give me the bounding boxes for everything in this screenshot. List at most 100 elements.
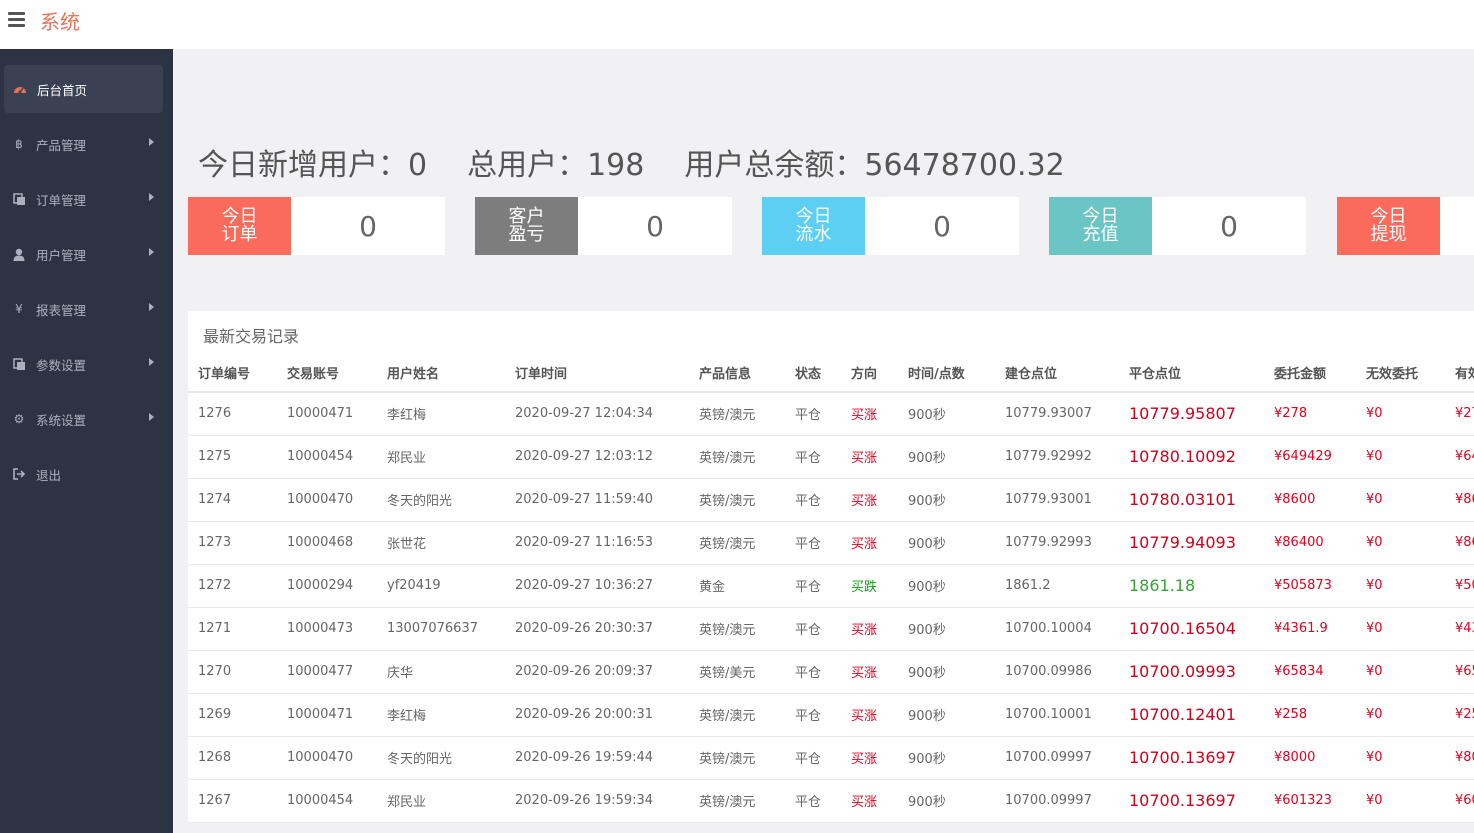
table-cell: ¥0 [1356,521,1445,565]
table-cell: 英镑/澳元 [689,435,785,479]
table-cell: ¥258 [1264,693,1356,737]
table-cell: ¥64 [1445,435,1474,479]
yen-icon: ¥ [15,302,23,316]
table-row[interactable]: 1274 10000470 冬天的阳光 2020-09-27 11:59:40 英镑/澳… [188,478,1474,522]
table-cell: yf20419 [377,564,505,608]
table-cell: 平仓 [785,693,841,737]
table-cell: 10000473 [277,607,377,651]
total-balance-stat: 用户总余额：56478700.32 [684,148,1065,183]
table-row[interactable]: 1273 10000468 张世花 2020-09-27 11:16:53 英镑/澳元平… [188,521,1474,565]
card-today-deposit: 今日充值 0 [1049,197,1306,255]
table-cell: 英镑/澳元 [689,607,785,651]
card-client-pnl: 客户盈亏 0 [475,197,732,255]
table-cell: 10000468 [277,521,377,565]
chevron-right-icon [149,193,154,201]
table-cell: ¥80 [1445,736,1474,780]
table-cell: ¥8000 [1264,736,1356,780]
table-cell: 10779.93007 [995,392,1119,436]
sidebar-item-label: 产品管理 [36,137,87,153]
table-row[interactable]: 1269 10000471 李红梅 2020-09-26 20:00:31 英镑/澳元平… [188,693,1474,737]
table-cell: 10779.95807 [1119,392,1264,436]
table-cell: ¥278 [1264,392,1356,436]
table-cell: 平仓 [785,564,841,608]
sidebar-item-dashboard[interactable]: 后台首页 [4,65,163,113]
column-header: 订单编号 [188,354,277,393]
table-cell: ¥43 [1445,607,1474,651]
chevron-right-icon [149,303,154,311]
table-cell: ¥0 [1356,693,1445,737]
table-cell: 2020-09-27 12:03:12 [505,435,689,479]
table-cell: ¥0 [1356,607,1445,651]
table-cell: ¥0 [1356,650,1445,694]
table-cell: ¥0 [1356,779,1445,823]
table-cell: 买涨 [841,650,898,694]
table-cell: 10779.92992 [995,435,1119,479]
table-cell: 2020-09-26 20:09:37 [505,650,689,694]
panel-title: 最新交易记录 [203,327,300,346]
table-cell: 买涨 [841,478,898,522]
recent-trades-panel: 最新交易记录 订单编号 交易账号 用户姓名 订单时间 产品信息 状态 方向 时间/点数 建仓点位… [188,311,1474,823]
table-cell: 冬天的阳光 [377,478,505,522]
trades-table: 订单编号 交易账号 用户姓名 订单时间 产品信息 状态 方向 时间/点数 建仓点位 平仓点位 委托金… [188,354,1474,823]
table-cell: ¥25 [1445,693,1474,737]
table-cell: 平仓 [785,779,841,823]
sidebar-item-reports[interactable]: ¥ 报表管理 [0,285,173,333]
table-cell: ¥86 [1445,478,1474,522]
table-cell: 2020-09-26 20:30:37 [505,607,689,651]
sidebar-item-users[interactable]: 用户管理 [0,230,173,278]
menu-toggle-icon[interactable] [8,12,25,28]
card-today-orders: 今日订单 0 [188,197,445,255]
sidebar-item-params[interactable]: 参数设置 [0,340,173,388]
table-cell: 1272 [188,564,277,608]
table-cell: 10700.10004 [995,607,1119,651]
table-cell: 1270 [188,650,277,694]
table-cell: 1271 [188,607,277,651]
table-row[interactable]: 1271 10000473 13007076637 2020-09-26 20:30:… [188,607,1474,651]
table-cell: 900秒 [898,564,995,608]
sidebar-item-products[interactable]: ฿ 产品管理 [0,120,173,168]
table-cell: 张世花 [377,521,505,565]
dashboard-icon [13,82,27,96]
table-cell: 买跌 [841,564,898,608]
column-header: 有效 [1445,354,1474,393]
table-row[interactable]: 1267 10000454 郑民业 2020-09-26 19:59:34 英镑/澳元平… [188,779,1474,823]
table-cell: 买涨 [841,736,898,780]
table-cell: 英镑/美元 [689,650,785,694]
table-row[interactable]: 1272 10000294 yf20419 2020-09-27 10:36:27 黄金… [188,564,1474,608]
table-cell: 买涨 [841,693,898,737]
card-label: 客户盈亏 [475,197,578,255]
table-cell: 10000470 [277,736,377,780]
table-cell: ¥0 [1356,392,1445,436]
table-cell: 1274 [188,478,277,522]
table-cell: 900秒 [898,521,995,565]
table-cell: 900秒 [898,650,995,694]
table-cell: 10700.09997 [995,779,1119,823]
table-cell: 900秒 [898,693,995,737]
column-header: 方向 [841,354,898,393]
table-row[interactable]: 1276 10000471 李红梅 2020-09-27 12:04:34 英镑/澳元平… [188,392,1474,436]
table-cell: 英镑/澳元 [689,478,785,522]
sidebar-item-label: 用户管理 [36,247,87,263]
table-row[interactable]: 1270 10000477 庆华 2020-09-26 20:09:37 英镑/美元 平仓… [188,650,1474,694]
sidebar-item-label: 退出 [36,467,62,483]
sidebar-item-orders[interactable]: 订单管理 [0,175,173,223]
table-cell: ¥601323 [1264,779,1356,823]
table-cell: ¥0 [1356,435,1445,479]
table-cell: ¥649429 [1264,435,1356,479]
sidebar-item-logout[interactable]: 退出 [0,450,173,498]
table-cell: 郑民业 [377,779,505,823]
gears-icon: ⚙ [13,412,25,426]
table-cell: 10000471 [277,392,377,436]
table-row[interactable]: 1268 10000470 冬天的阳光 2020-09-26 19:59:44 英镑/澳… [188,736,1474,780]
table-row[interactable]: 1275 10000454 郑民业 2020-09-27 12:03:12 英镑/澳元平… [188,435,1474,479]
sidebar-item-system[interactable]: ⚙ 系统设置 [0,395,173,443]
chevron-right-icon [149,413,154,421]
user-icon [12,247,26,261]
table-cell: ¥86400 [1264,521,1356,565]
table-cell: 900秒 [898,392,995,436]
table-cell: 2020-09-26 20:00:31 [505,693,689,737]
card-today-withdraw: 今日提现 [1337,197,1474,255]
top-bar: 系统 [0,0,1474,49]
table-cell: 2020-09-27 11:16:53 [505,521,689,565]
table-cell: 2020-09-26 19:59:44 [505,736,689,780]
